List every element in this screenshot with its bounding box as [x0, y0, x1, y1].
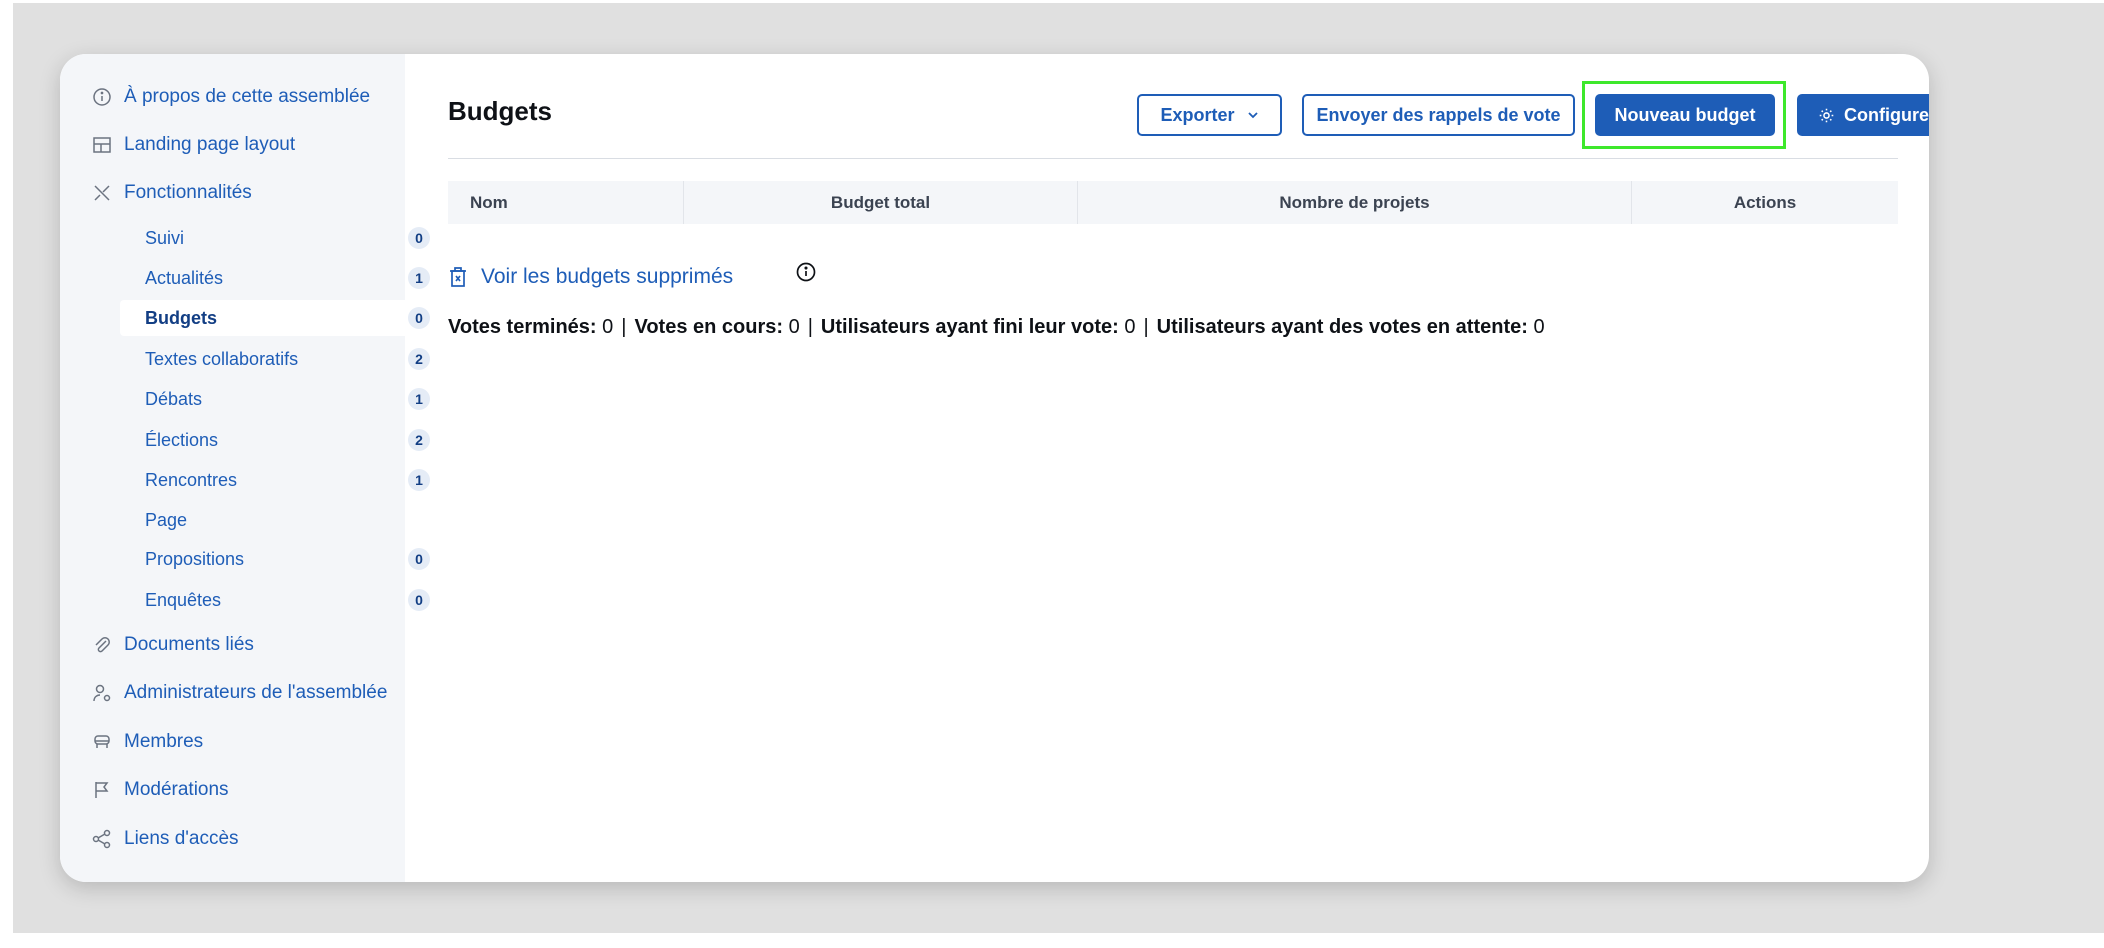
column-header-actions: Actions	[1631, 181, 1898, 224]
send-reminders-button[interactable]: Envoyer des rappels de vote	[1302, 94, 1575, 136]
configure-label: Configurer	[1844, 104, 1929, 125]
export-button[interactable]: Exporter	[1137, 94, 1282, 136]
sidebar-item-admins[interactable]: Administrateurs de l'assemblée	[60, 676, 405, 710]
sidebar-subitem-actualites[interactable]: Actualités 1	[120, 260, 442, 296]
sidebar-item-label: Administrateurs de l'assemblée	[124, 682, 388, 703]
sidebar-subitem-suivi[interactable]: Suivi 0	[120, 220, 442, 256]
sidebar-subitem-enquetes[interactable]: Enquêtes 0	[120, 582, 442, 618]
vote-stats: Votes terminés: 0 | Votes en cours: 0 | Util…	[448, 316, 1545, 339]
sidebar-subitem-rencontres[interactable]: Rencontres 1	[120, 462, 442, 498]
info-icon	[92, 87, 112, 107]
stat-separator: |	[1143, 316, 1149, 338]
chevron-down-icon	[1247, 109, 1259, 121]
sidebar-subitem-propositions[interactable]: Propositions 0	[120, 541, 442, 577]
paperclip-icon	[92, 635, 112, 655]
sidebar-subitem-label: Budgets	[145, 307, 217, 328]
sidebar-item-label: À propos de cette assemblée	[124, 86, 371, 107]
configure-button[interactable]: Configurer	[1797, 94, 1929, 136]
sidebar-subitem-budgets[interactable]: Budgets 0	[120, 300, 442, 336]
sidebar-item-label: Documents liés	[124, 634, 254, 655]
sidebar-subitem-page[interactable]: Page	[120, 502, 442, 538]
send-reminders-label: Envoyer des rappels de vote	[1316, 104, 1561, 125]
sidebar: À propos de cette assemblée Landing page…	[60, 54, 442, 882]
sidebar-subitem-label: Textes collaboratifs	[145, 348, 299, 369]
sidebar-subitem-label: Rencontres	[145, 469, 238, 490]
sidebar-item-label: Modérations	[124, 779, 229, 800]
sidebar-item-moderations[interactable]: Modérations	[60, 773, 405, 807]
tools-icon	[92, 183, 112, 203]
sidebar-subitem-textes-collaboratifs[interactable]: Textes collaboratifs 2	[120, 341, 442, 377]
sidebar-item-label: Fonctionnalités	[124, 182, 252, 203]
sidebar-subitem-label: Propositions	[145, 548, 245, 569]
sidebar-item-label: Landing page layout	[124, 134, 296, 155]
stat-label-finished-users: Utilisateurs ayant fini leur vote:	[820, 316, 1119, 338]
sidebar-subitem-label: Débats	[145, 388, 203, 409]
stat-value-pending-users: 0	[1533, 316, 1545, 338]
sidebar-subitem-label: Actualités	[145, 267, 224, 288]
view-deleted-budgets-label: Voir les budgets supprimés	[481, 265, 734, 288]
stat-value-finished-users: 0	[1124, 316, 1136, 338]
header-divider	[448, 158, 1898, 159]
column-header-name[interactable]: Nom	[448, 181, 683, 224]
budgets-table-header: Nom Budget total Nombre de projets Actio…	[448, 181, 1898, 224]
share-icon	[92, 829, 112, 849]
stat-label-completed: Votes terminés:	[448, 316, 597, 338]
sidebar-item-documents[interactable]: Documents liés	[60, 628, 405, 662]
main-content: Budgets Exporter Envoyer des rappels de …	[405, 54, 1929, 882]
sidebar-item-about[interactable]: À propos de cette assemblée	[60, 80, 405, 114]
sidebar-item-members[interactable]: Membres	[60, 725, 405, 759]
sidebar-item-label: Liens d'accès	[124, 828, 239, 849]
sidebar-subitem-label: Enquêtes	[145, 589, 222, 610]
sidebar-item-access-links[interactable]: Liens d'accès	[60, 822, 405, 856]
layout-icon	[92, 135, 112, 155]
page-title: Budgets	[448, 96, 552, 126]
sidebar-item-label: Membres	[124, 731, 204, 752]
column-header-project-count[interactable]: Nombre de projets	[1077, 181, 1631, 224]
admin-card: À propos de cette assemblée Landing page…	[60, 54, 1929, 882]
export-button-label: Exporter	[1160, 104, 1235, 125]
trash-icon	[448, 266, 468, 288]
stat-value-in-progress: 0	[788, 316, 800, 338]
sidebar-subitem-label: Page	[145, 509, 188, 530]
sidebar-subitem-label: Suivi	[145, 227, 185, 248]
stat-value-completed: 0	[602, 316, 614, 338]
sidebar-subitem-label: Élections	[145, 429, 219, 450]
gear-icon	[1818, 107, 1835, 124]
stat-label-pending-users: Utilisateurs ayant des votes en attente:	[1156, 316, 1528, 338]
flag-icon	[92, 780, 112, 800]
sidebar-item-features[interactable]: Fonctionnalités	[60, 176, 405, 210]
stat-separator: |	[621, 316, 627, 338]
sidebar-subitem-debats[interactable]: Débats 1	[120, 381, 442, 417]
sidebar-item-landing-page[interactable]: Landing page layout	[60, 128, 405, 162]
user-gear-icon	[92, 683, 112, 703]
stat-separator: |	[807, 316, 813, 338]
highlight-box	[1582, 81, 1786, 149]
sidebar-subitem-elections[interactable]: Élections 2	[120, 422, 442, 458]
view-deleted-budgets-link[interactable]: Voir les budgets supprimés	[448, 261, 733, 293]
stat-label-in-progress: Votes en cours:	[634, 316, 784, 338]
info-icon[interactable]	[795, 261, 817, 283]
column-header-total-budget[interactable]: Budget total	[683, 181, 1077, 224]
members-icon	[92, 732, 112, 752]
